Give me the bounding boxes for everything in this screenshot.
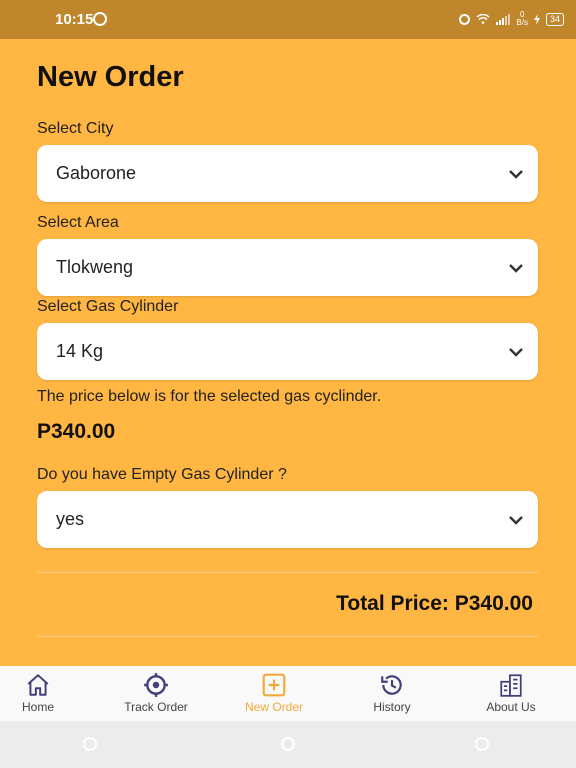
status-bar: 10:15 0 B/s 34 [0,0,576,39]
price-note: The price below is for the selected gas … [37,388,382,405]
home-icon [27,674,49,696]
area-select-value: Tlokweng [56,257,134,277]
back-button[interactable] [475,737,489,751]
area-label: Select Area [37,214,119,231]
nav-track-order-label: Track Order [124,700,188,714]
new-order-screen: New Order Select City Gaborone Select Ar… [0,39,576,666]
page-title: New Order [37,61,184,93]
total-price: Total Price: P340.00 [336,592,533,616]
history-icon [381,675,402,695]
chevron-down-icon [509,169,523,179]
nav-about-us[interactable]: About Us [456,666,566,721]
alarm-icon [459,13,471,25]
home-button[interactable] [281,737,295,751]
cylinder-select-value: 14 Kg [56,341,104,361]
city-select[interactable]: Gaborone [37,145,538,202]
empty-cylinder-label: Do you have Empty Gas Cylinder ? [37,466,287,483]
empty-cylinder-select[interactable]: yes [37,491,538,548]
charging-icon [533,13,540,25]
nav-new-order[interactable]: New Order [219,666,329,721]
sync-icon [93,12,107,26]
status-icons: 0 B/s 34 [459,11,564,27]
cylinder-label: Select Gas Cylinder [37,298,179,315]
recents-button[interactable] [83,737,97,751]
nav-home-label: Home [21,700,54,714]
empty-cylinder-select-value: yes [56,509,85,529]
crosshair-icon [144,673,168,697]
chevron-down-icon [509,263,523,273]
area-select[interactable]: Tlokweng [37,239,538,296]
chevron-down-icon [509,347,523,357]
nav-home[interactable]: Home [0,666,93,721]
chevron-down-icon [509,515,523,525]
city-select-value: Gaborone [56,163,137,183]
nav-track-order[interactable]: Track Order [101,666,211,721]
total-price-label: Total Price: [336,592,449,615]
nav-new-order-label: New Order [244,700,303,714]
city-label: Select City [37,120,114,137]
status-time: 10:15 [55,11,94,28]
total-price-value: P340.00 [454,592,533,615]
building-icon [500,674,522,697]
network-speed: 0 B/s [516,10,528,27]
system-nav-bar [0,721,576,768]
divider [37,636,538,637]
bottom-nav: Home Track Order New Order History About… [0,666,576,721]
wifi-icon [476,14,490,24]
divider [37,572,538,573]
nav-history-label: History [373,700,411,714]
nav-history[interactable]: History [337,666,447,721]
cylinder-select[interactable]: 14 Kg [37,323,538,380]
nav-about-us-label: About Us [486,700,536,714]
plus-square-icon [262,673,286,697]
battery-icon: 34 [545,12,564,26]
signal-icon [496,13,511,25]
cylinder-price: P340.00 [37,420,116,443]
